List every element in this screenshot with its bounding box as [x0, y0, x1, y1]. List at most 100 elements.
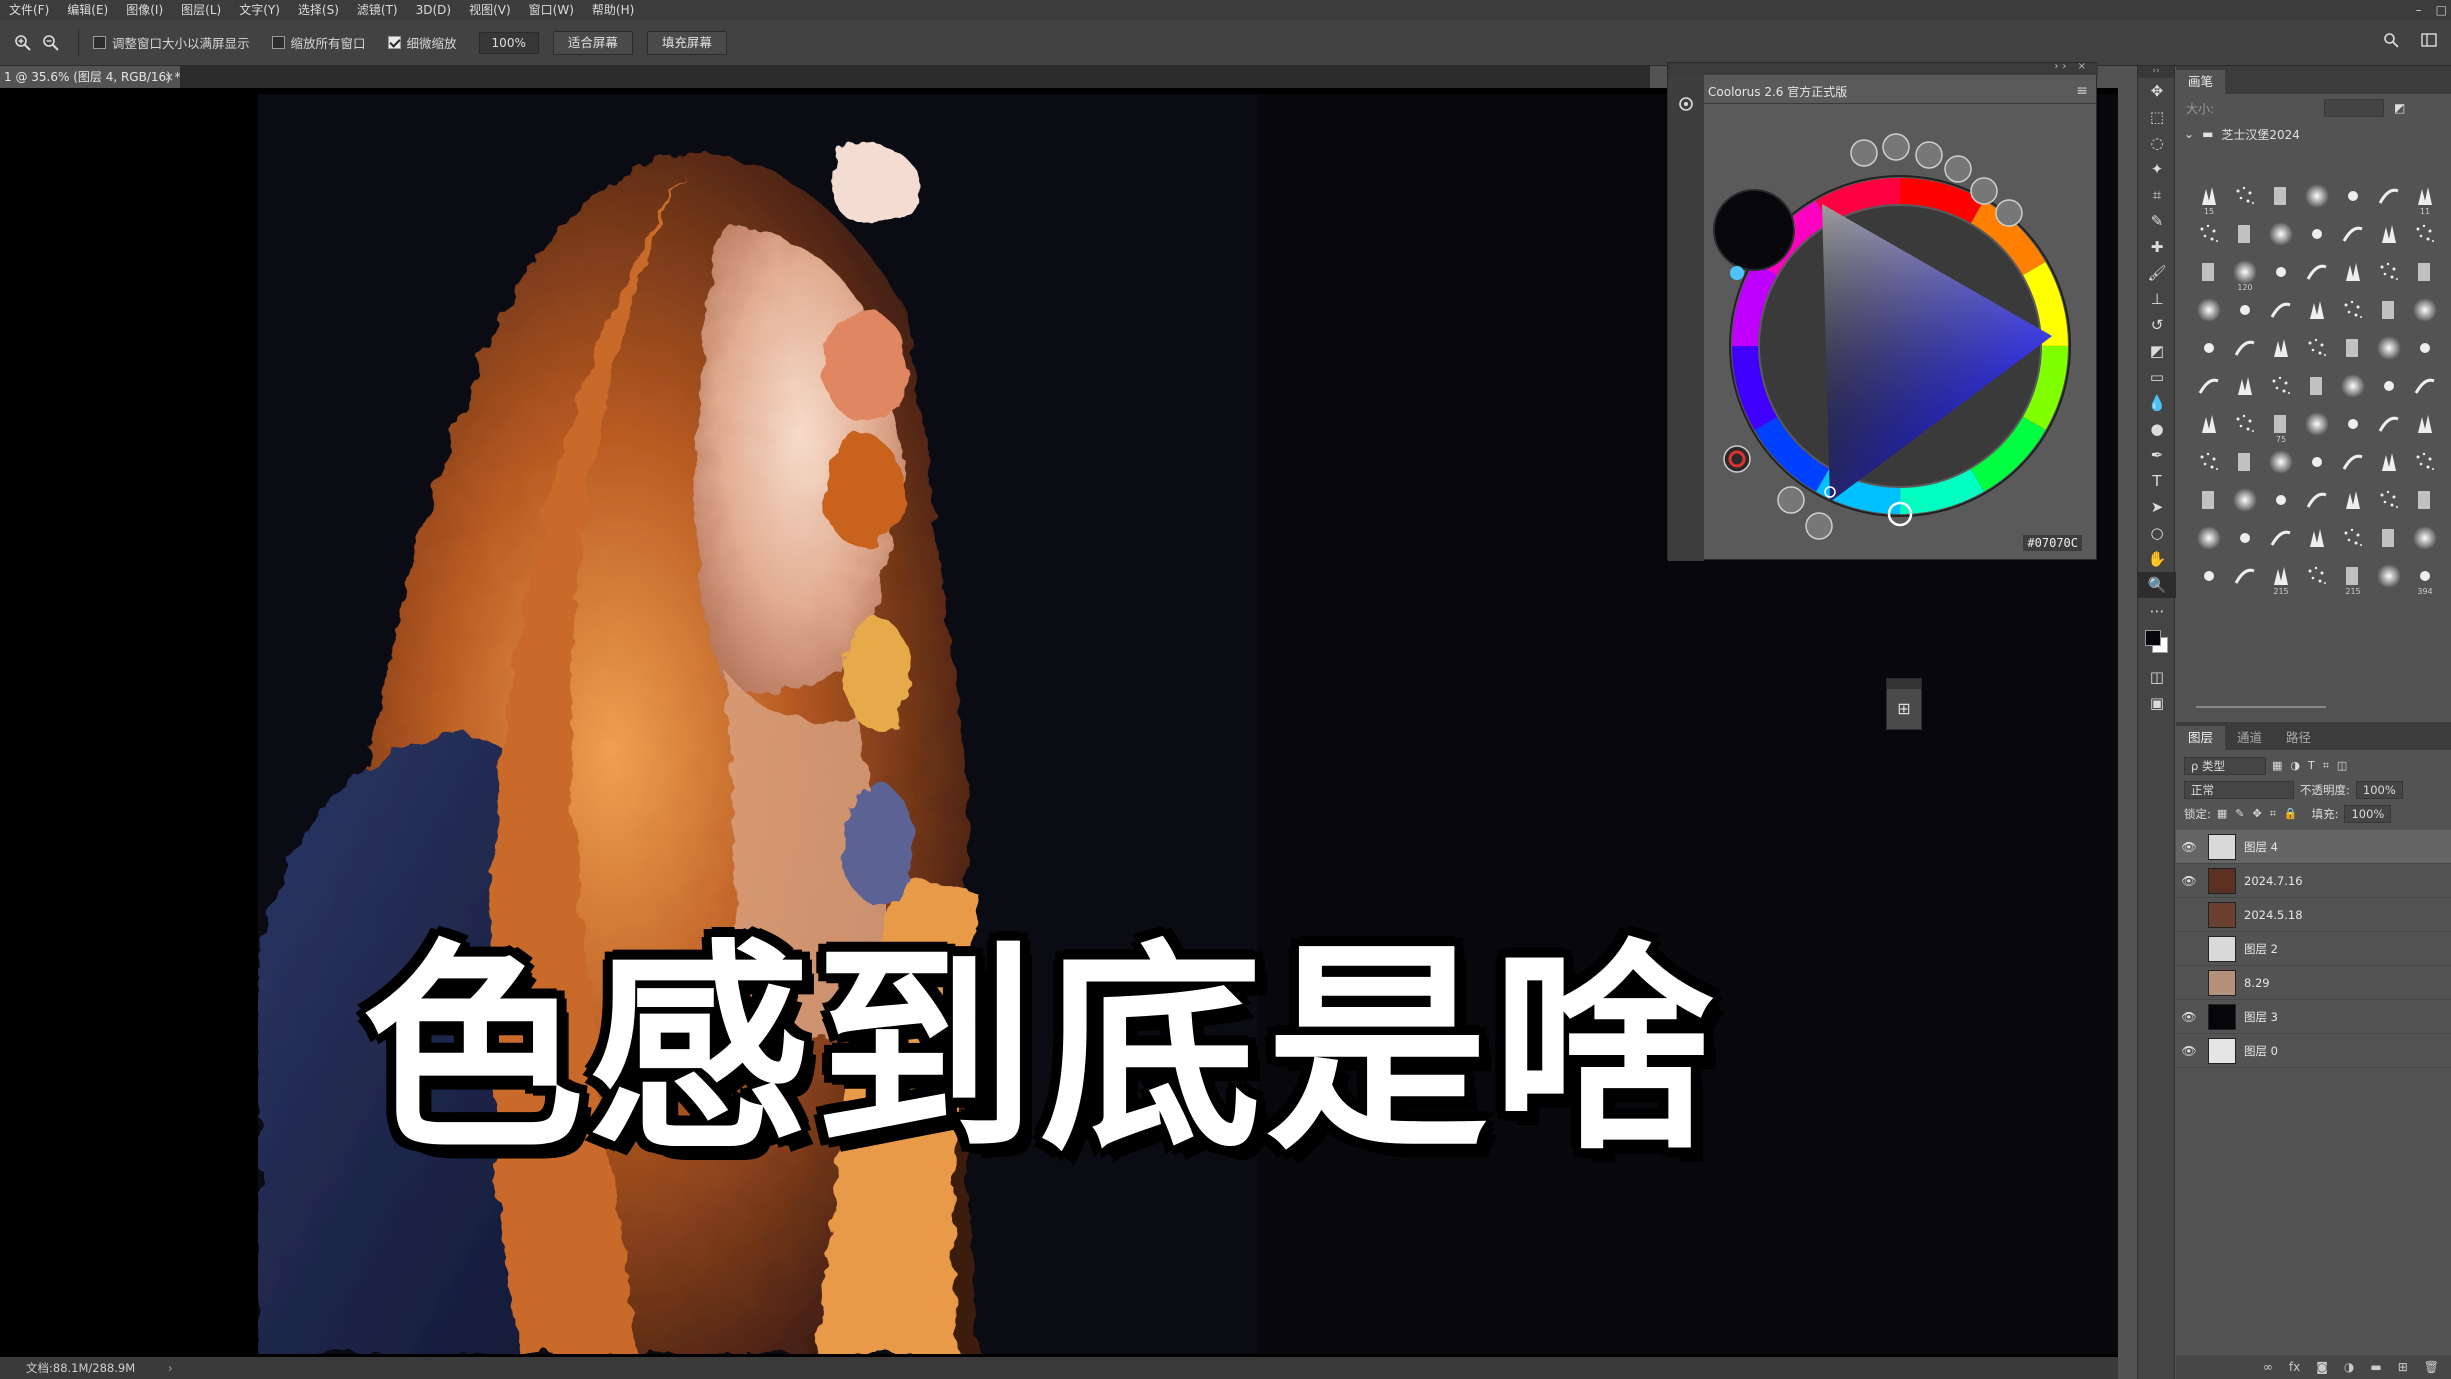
hex-color-value[interactable]: #07070C [2023, 535, 2082, 551]
brush-preset[interactable] [2264, 444, 2298, 480]
mask-icon[interactable]: ◙ [2316, 1360, 2328, 1374]
brush-preset[interactable] [2336, 330, 2370, 366]
type-tool-icon[interactable]: T [2138, 468, 2176, 494]
lasso-tool-icon[interactable]: ◌ [2138, 130, 2176, 156]
brush-preset[interactable] [2336, 254, 2370, 290]
brush-preset[interactable] [2372, 178, 2406, 214]
layer-filter-select[interactable]: ρ 类型 [2184, 757, 2266, 775]
chevron-right-icon[interactable]: › [168, 1357, 173, 1379]
layer-row[interactable]: 👁 图层 3 [2176, 1000, 2451, 1034]
gradient-tool-icon[interactable]: ▭ [2138, 364, 2176, 390]
slider-track[interactable] [2196, 706, 2326, 708]
brush-preset[interactable]: 394 [2408, 558, 2442, 596]
brush-preset[interactable] [2408, 254, 2442, 290]
brush-preset[interactable] [2264, 368, 2298, 404]
brush-preset[interactable] [2192, 444, 2226, 480]
brush-preview-slider[interactable] [2176, 698, 2451, 716]
menu-filter[interactable]: 滤镜(T) [348, 0, 407, 20]
resize-windows-option[interactable]: 调整窗口大小以满屏显示 [93, 33, 250, 52]
link-icon[interactable]: ∞ [2263, 1360, 2273, 1374]
tab-paths[interactable]: 路径 [2274, 726, 2323, 750]
brush-preset[interactable] [2408, 406, 2442, 442]
brush-tool-icon[interactable]: 🖌 [2138, 260, 2176, 286]
history-brush-tool-icon[interactable]: ↺ [2138, 312, 2176, 338]
foreground-color-swatch[interactable] [2145, 630, 2161, 646]
brush-preset[interactable] [2372, 254, 2406, 290]
brush-preset[interactable] [2192, 482, 2226, 518]
tab-brushes[interactable]: 画笔 [2176, 70, 2226, 94]
brush-preset[interactable] [2408, 368, 2442, 404]
brush-preset[interactable] [2192, 368, 2226, 404]
brush-group-row[interactable]: ⌄ ▬ 芝士汉堡2024 [2176, 122, 2451, 146]
layer-row[interactable]: 👁 2024.7.16 [2176, 864, 2451, 898]
color-wheel[interactable] [1668, 63, 2098, 561]
brush-preset[interactable] [2300, 178, 2334, 214]
brush-preset[interactable] [2228, 406, 2262, 442]
maximize-button[interactable]: □ [2436, 0, 2447, 20]
more-tools-icon[interactable]: ⋯ [2138, 598, 2176, 624]
brush-preset[interactable] [2408, 216, 2442, 252]
brush-preset[interactable] [2228, 558, 2262, 594]
close-icon[interactable]: × [164, 66, 174, 88]
brush-preset[interactable] [2300, 368, 2334, 404]
brush-preset[interactable] [2228, 482, 2262, 518]
info-panel-icon[interactable]: ⊞ [1887, 699, 1921, 718]
visibility-eye-icon[interactable]: 👁 [2176, 1010, 2202, 1024]
magic-wand-tool-icon[interactable]: ✦ [2138, 156, 2176, 182]
brush-preset[interactable] [2264, 292, 2298, 328]
tab-layers[interactable]: 图层 [2176, 726, 2226, 750]
brush-preset[interactable] [2228, 444, 2262, 480]
eraser-tool-icon[interactable]: ◩ [2138, 338, 2176, 364]
brush-preset[interactable] [2228, 216, 2262, 252]
brush-preset[interactable] [2336, 444, 2370, 480]
brush-preset[interactable] [2408, 330, 2442, 366]
quick-mask-icon[interactable]: ◫ [2138, 664, 2176, 690]
folder-icon[interactable]: ▬ [2370, 1360, 2381, 1374]
zoom-in-icon[interactable] [10, 30, 36, 56]
brush-preset[interactable] [2264, 216, 2298, 252]
brush-preset[interactable] [2372, 482, 2406, 518]
brush-preset[interactable] [2300, 216, 2334, 252]
brush-preset[interactable] [2372, 444, 2406, 480]
visibility-eye-icon[interactable]: 👁 [2176, 874, 2202, 888]
brush-preset[interactable] [2372, 368, 2406, 404]
brush-preset[interactable] [2336, 216, 2370, 252]
brush-preset[interactable] [2192, 292, 2226, 328]
brush-preset[interactable] [2408, 520, 2442, 556]
menu-file[interactable]: 文件(F) [0, 0, 58, 20]
brush-preset[interactable] [2300, 558, 2334, 594]
zoom-all-checkbox[interactable] [271, 36, 285, 49]
brush-preset[interactable] [2228, 368, 2262, 404]
brush-preset[interactable] [2228, 520, 2262, 556]
minimize-button[interactable]: – [2416, 0, 2422, 20]
brush-preset[interactable] [2372, 406, 2406, 442]
brush-preset[interactable] [2300, 520, 2334, 556]
menu-select[interactable]: 选择(S) [289, 0, 348, 20]
brush-preset[interactable] [2336, 368, 2370, 404]
brush-preset[interactable] [2228, 178, 2262, 214]
tab-channels[interactable]: 通道 [2225, 726, 2274, 750]
crop-tool-icon[interactable]: ⌗ [2138, 182, 2176, 208]
brush-preset[interactable] [2372, 330, 2406, 366]
brush-preset[interactable] [2228, 330, 2262, 366]
color-chips[interactable] [2138, 624, 2176, 664]
layer-row[interactable]: 8.29 [2176, 966, 2451, 1000]
brush-preset[interactable] [2264, 520, 2298, 556]
pen-tool-icon[interactable]: ✒ [2138, 442, 2176, 468]
brush-preset[interactable] [2300, 444, 2334, 480]
brush-preset[interactable] [2300, 330, 2334, 366]
brush-size-field[interactable] [2324, 99, 2385, 117]
hand-tool-icon[interactable]: ✋ [2138, 546, 2176, 572]
brush-preset[interactable]: 215 [2264, 558, 2298, 596]
menu-image[interactable]: 图像(I) [117, 0, 172, 20]
toolbar-collapse[interactable]: ›› [2138, 66, 2174, 78]
brush-preset[interactable] [2408, 482, 2442, 518]
brush-preset[interactable] [2300, 254, 2334, 290]
healing-brush-tool-icon[interactable]: ✚ [2138, 234, 2176, 260]
brush-preset[interactable] [2300, 292, 2334, 328]
workspace-icon[interactable] [2421, 32, 2437, 52]
brush-preset[interactable] [2264, 254, 2298, 290]
layer-row[interactable]: 👁 图层 4 [2176, 830, 2451, 864]
fill-field[interactable]: 100% [2344, 805, 2392, 823]
opacity-field[interactable]: 100% [2355, 781, 2403, 799]
